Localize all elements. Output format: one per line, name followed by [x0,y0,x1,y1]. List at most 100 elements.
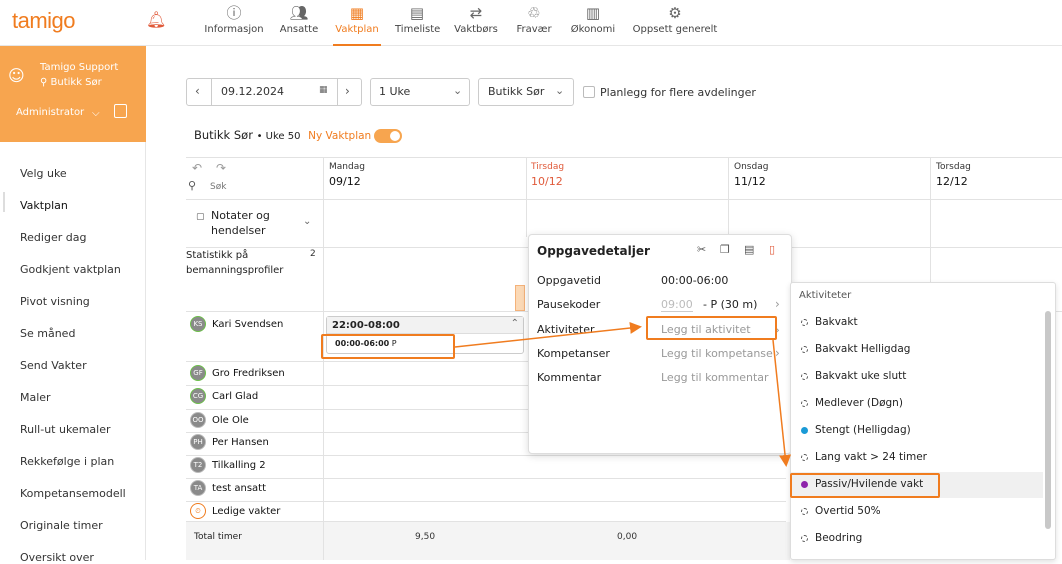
absence-icon: ♲ [527,4,541,22]
activity-option[interactable]: Lang vakt > 24 timer [791,445,1043,471]
date-value[interactable]: 09.12.2024 [221,85,284,98]
day-header: Torsdag 12/12 [936,162,971,188]
new-plan-label: Ny Vaktplan [308,130,372,142]
sidebar-item[interactable]: Rull-ut ukemaler [20,423,111,436]
department-value: Butikk Sør [488,85,545,98]
employee-row[interactable]: CG Carl Glad [190,388,258,404]
employee-name: test ansatt [212,483,267,494]
activity-option[interactable]: Stengt (Helligdag) [791,418,1043,444]
activity-option[interactable]: Medlever (Døgn) [791,391,1043,417]
bell-icon[interactable]: 🔔︎ [146,10,166,29]
employee-row[interactable]: OO Ole Ole [190,412,249,428]
sidebar-item[interactable]: Rekkefølge i plan [20,455,114,468]
chevron-right-icon[interactable]: › [775,297,780,311]
day-header: Mandag 09/12 [329,162,365,188]
calendar-icon[interactable]: ▦ [319,85,328,95]
trash-icon[interactable]: ▯ [769,243,775,256]
chevron-left-icon[interactable]: ‹ [195,84,200,98]
sidebar-item[interactable]: Rediger dag [20,231,86,244]
day-name: Onsdag [734,162,769,172]
app-logo[interactable]: tamigo [12,8,76,34]
popup-title: Oppgavedetaljer [537,244,650,258]
multi-department-label[interactable]: Planlegg for flere avdelinger [600,86,756,99]
copy-icon[interactable]: ❐ [720,243,730,256]
redo-icon[interactable]: ↷ [216,161,226,175]
nav-informasjon[interactable]: ⓘ Informasjon [204,0,264,46]
sidebar-item[interactable]: Maler [20,391,51,404]
multi-department-checkbox[interactable] [583,86,595,98]
nav-vaktbørs[interactable]: ⇄ Vaktbørs [454,0,498,46]
activity-option[interactable]: Overtid 50% [791,499,1043,525]
chevron-right-icon[interactable]: › [345,84,350,98]
sidebar-item[interactable]: Godkjent vaktplan [20,263,121,276]
chevron-up-icon[interactable]: ⌃ [511,318,519,329]
employee-name: Carl Glad [212,391,259,402]
employee-row[interactable]: PH Per Hansen [190,434,269,450]
employee-row[interactable]: ⏲ Ledige vakter [190,503,280,519]
avatar: TA [190,480,206,496]
activity-option[interactable]: Bakvakt [791,310,1043,336]
highlight-passive-option [790,473,940,498]
dropdown-header: Aktiviteter [799,290,852,301]
sidebar-item[interactable]: Kompetansemodell [20,487,126,500]
nav-label: Timeliste [395,24,441,35]
sidebar-item[interactable]: Velg uke [20,167,67,180]
status-dot-icon [801,427,808,434]
total-monday: 9,50 [415,532,436,542]
new-plan-toggle[interactable] [374,129,402,143]
stats-label[interactable]: Statistikk på bemanningsprofiler [186,248,304,278]
activity-option-label: Lang vakt > 24 timer [815,451,927,463]
sidebar-item[interactable]: Originale timer [20,519,103,532]
employee-row[interactable]: TA test ansatt [190,480,266,496]
employee-name: Gro Fredriksen [212,368,285,379]
shift-time[interactable]: 22:00-08:00 [332,320,400,331]
nav-ansatte[interactable]: 👥︎ Ansatte [279,0,319,46]
search-icon[interactable]: ⚲ [188,179,196,192]
day-header: Tirsdag 10/12 [531,162,564,188]
activity-option[interactable]: Bakvakt Helligdag [791,337,1043,363]
status-dot-icon [801,454,808,461]
role-select[interactable]: Administrator [16,107,84,118]
scrollbar[interactable] [1045,311,1051,529]
logout-icon[interactable] [114,104,127,118]
activities-dropdown: Aktiviteter Bakvakt Bakvakt Helligdag Bakv… [790,282,1056,560]
paste-icon[interactable]: ▤ [744,243,754,256]
nav-timeliste[interactable]: ▤ Timeliste [395,0,441,46]
add-competence-link[interactable]: Legg til kompetanse [661,347,773,360]
date-picker[interactable]: ‹ 09.12.2024 ▦ › [186,78,362,106]
department-select[interactable]: Butikk Sør ⌄ [478,78,574,106]
sidebar-item[interactable]: Oversikt over [20,551,94,564]
chart-icon: ▥ [585,4,601,22]
employee-row[interactable]: KS Kari Svendsen [190,316,283,332]
break-time-input[interactable]: 09:00 [661,298,693,312]
add-comment-link[interactable]: Legg til kommentar [661,371,769,384]
nav-økonomi[interactable]: ▥ Økonomi [570,0,616,46]
chevron-down-icon[interactable]: ⌄ [303,216,311,227]
sidebar-item[interactable]: Se måned [20,327,75,340]
nav-label: Vaktplan [335,24,379,35]
chevron-down-icon[interactable]: ⌵ [92,108,100,119]
swap-icon: ⇄ [469,4,483,22]
nav-vaktplan[interactable]: ▦ Vaktplan [333,0,381,46]
nav-oppsettgenerelt[interactable]: ⚙ Oppsett generelt [632,0,718,46]
schedule-title: Butikk Sør • Uke 50 Ny Vaktplan [194,128,371,142]
nav-fravær[interactable]: ♲ Fravær [516,0,552,46]
employee-row[interactable]: GF Gro Fredriksen [190,365,285,381]
avatar: GF [190,365,206,381]
undo-icon[interactable]: ↶ [192,161,202,175]
sidebar-item[interactable]: Send Vakter [20,359,87,372]
chevron-right-icon[interactable]: › [775,346,780,360]
user-location: ⚲ Butikk Sør [40,77,102,88]
sidebar-item[interactable]: Vaktplan [20,199,68,212]
sidebar-item[interactable]: Pivot visning [20,295,90,308]
avatar: CG [190,388,206,404]
scissors-icon[interactable]: ✂ [697,243,706,256]
notes-label[interactable]: Notater og hendelser [211,208,301,238]
day-date: 12/12 [936,175,968,188]
search-input[interactable]: Søk [210,182,226,192]
period-select[interactable]: 1 Uke ⌄ [370,78,470,106]
task-time-value[interactable]: 00:00-06:00 [661,274,728,287]
activity-option[interactable]: Bakvakt uke slutt [791,364,1043,390]
employee-row[interactable]: T2 Tilkalling 2 [190,457,266,473]
activity-option[interactable]: Beodring [791,526,1043,552]
